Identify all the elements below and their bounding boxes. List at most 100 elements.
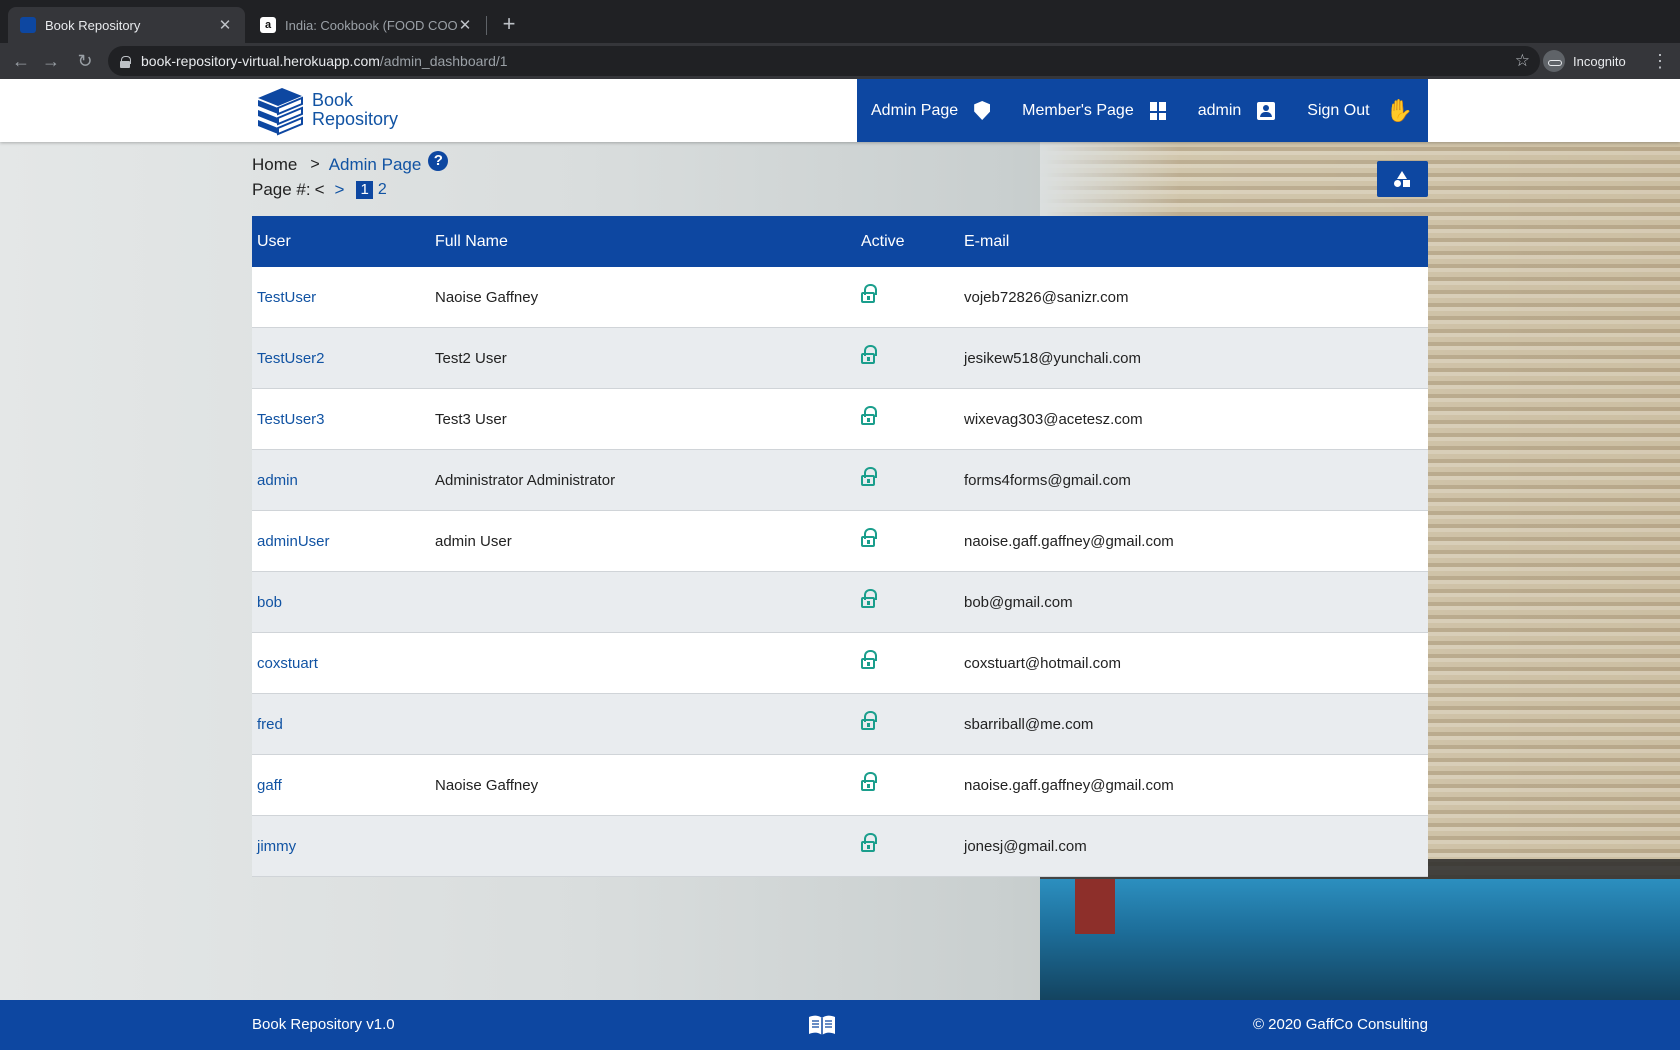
next-page-link[interactable]: > xyxy=(335,180,345,200)
page-2-link[interactable]: 2 xyxy=(378,181,387,199)
email-cell: coxstuart@hotmail.com xyxy=(964,654,1121,672)
table-row: admin Administrator Administrator forms4… xyxy=(252,450,1428,511)
unlocked-icon[interactable] xyxy=(861,650,879,672)
nav-user-label: admin xyxy=(1197,101,1242,119)
unlocked-icon[interactable] xyxy=(861,833,879,855)
unlocked-icon[interactable] xyxy=(861,467,879,489)
table-row: coxstuart coxstuart@hotmail.com xyxy=(252,633,1428,694)
full-name-cell: Test3 User xyxy=(435,410,507,428)
reload-icon[interactable]: ↻ xyxy=(72,48,98,74)
table-row: fred sbarriball@me.com xyxy=(252,694,1428,755)
page-viewport: Book Repository Admin Page Member's Page… xyxy=(0,79,1680,1050)
footer-copyright: © 2020 GaffCo Consulting xyxy=(1252,1016,1428,1033)
shapes-icon xyxy=(1397,171,1407,179)
table-row: bob bob@gmail.com xyxy=(252,572,1428,633)
table-row: TestUser2 Test2 User jesikew518@yunchali… xyxy=(252,328,1428,389)
tab-title: Book Repository xyxy=(45,17,141,33)
logo-line-1: Book xyxy=(312,90,354,110)
nav-admin-page-label: Admin Page xyxy=(871,101,959,119)
header-email[interactable]: E-mail xyxy=(961,233,1428,251)
email-cell: forms4forms@gmail.com xyxy=(964,471,1131,489)
email-cell: jonesj@gmail.com xyxy=(964,837,1087,855)
unlocked-icon[interactable] xyxy=(861,772,879,794)
breadcrumb-home[interactable]: Home xyxy=(252,155,297,175)
user-link[interactable]: adminUser xyxy=(257,533,330,550)
pagination: Page #: < > 1 2 xyxy=(252,178,387,202)
unlocked-icon[interactable] xyxy=(861,589,879,611)
book-favicon-icon xyxy=(20,17,36,33)
tab-divider xyxy=(486,16,487,35)
header-active[interactable]: Active xyxy=(850,233,961,251)
full-name-cell: Administrator Administrator xyxy=(435,471,616,489)
prev-page-link[interactable]: < xyxy=(315,180,325,200)
app-header: Book Repository Admin Page Member's Page… xyxy=(0,79,1680,142)
user-link[interactable]: fred xyxy=(257,716,283,733)
incognito-icon xyxy=(1543,50,1565,72)
user-link[interactable]: TestUser2 xyxy=(257,350,325,367)
unlocked-icon[interactable] xyxy=(861,406,879,428)
nav-sign-out-label: Sign Out xyxy=(1307,101,1370,119)
book-stack-logo-icon xyxy=(258,88,303,136)
table-row: TestUser3 Test3 User wixevag303@acetesz.… xyxy=(252,389,1428,450)
browser-toolbar: ← → ↻ book-repository-virtual.herokuapp.… xyxy=(0,43,1680,79)
site-logo[interactable]: Book Repository xyxy=(254,84,398,136)
email-cell: jesikew518@yunchali.com xyxy=(964,349,1141,367)
breadcrumb: Home > Admin Page ? xyxy=(252,151,449,177)
close-tab-icon[interactable]: ✕ xyxy=(217,16,233,34)
open-book-icon xyxy=(809,1015,835,1035)
nav-members-page[interactable]: Member's Page xyxy=(1022,79,1166,142)
user-link[interactable]: TestUser xyxy=(257,289,316,306)
close-tab-icon[interactable]: ✕ xyxy=(457,16,473,34)
email-cell: bob@gmail.com xyxy=(964,593,1073,611)
users-table: User Full Name Active E-mail TestUser Na… xyxy=(252,216,1428,877)
bookmark-star-icon[interactable]: ☆ xyxy=(1515,46,1530,76)
email-cell: sbarriball@me.com xyxy=(964,715,1094,733)
unlocked-icon[interactable] xyxy=(861,528,879,550)
amazon-favicon-icon: a xyxy=(260,17,276,33)
user-link[interactable]: coxstuart xyxy=(257,655,318,672)
table-row: adminUser admin User naoise.gaff.gaffney… xyxy=(252,511,1428,572)
incognito-label: Incognito xyxy=(1573,53,1626,69)
footer-version: Book Repository v1.0 xyxy=(252,1016,395,1033)
tab-title: India: Cookbook (FOOD COOK xyxy=(285,17,457,33)
forward-icon[interactable]: → xyxy=(38,48,64,74)
back-icon[interactable]: ← xyxy=(8,48,34,74)
browser-menu-icon[interactable]: ⋮ xyxy=(1650,47,1670,75)
tab-book-repository[interactable]: Book Repository ✕ xyxy=(8,7,245,43)
breadcrumb-separator: > xyxy=(310,156,320,173)
user-link[interactable]: jimmy xyxy=(257,838,296,855)
address-bar[interactable]: book-repository-virtual.herokuapp.com/ad… xyxy=(108,46,1540,76)
app-footer: Book Repository v1.0 © 2020 GaffCo Consu… xyxy=(0,1000,1680,1050)
secure-lock-icon[interactable] xyxy=(120,55,131,68)
new-tab-button[interactable]: + xyxy=(498,10,520,38)
user-link[interactable]: TestUser3 xyxy=(257,411,325,428)
unlocked-icon[interactable] xyxy=(861,711,879,733)
email-cell: wixevag303@acetesz.com xyxy=(964,410,1143,428)
user-link[interactable]: gaff xyxy=(257,777,282,794)
table-row: gaff Naoise Gaffney naoise.gaff.gaffney@… xyxy=(252,755,1428,816)
header-full-name[interactable]: Full Name xyxy=(431,233,850,251)
unlocked-icon[interactable] xyxy=(861,345,879,367)
contact-card-icon xyxy=(1257,101,1276,120)
browser-tabstrip: Book Repository ✕ a India: Cookbook (FOO… xyxy=(0,0,1680,43)
nav-sign-out[interactable]: Sign Out ✋ xyxy=(1307,79,1413,142)
unlocked-icon[interactable] xyxy=(861,284,879,306)
user-link[interactable]: bob xyxy=(257,594,282,611)
tab-india-cookbook[interactable]: a India: Cookbook (FOOD COOK ✕ xyxy=(248,7,485,43)
help-icon[interactable]: ? xyxy=(428,151,449,171)
pagination-label: Page #: xyxy=(252,180,311,199)
incognito-profile-button[interactable]: Incognito xyxy=(1543,47,1626,75)
nav-user-profile[interactable]: admin xyxy=(1198,79,1276,142)
user-link[interactable]: admin xyxy=(257,472,298,489)
breadcrumb-admin-page[interactable]: Admin Page xyxy=(329,155,422,175)
dashboard-icon xyxy=(1149,101,1166,120)
shield-account-icon xyxy=(974,101,991,120)
email-cell: naoise.gaff.gaffney@gmail.com xyxy=(964,776,1174,794)
nav-members-page-label: Member's Page xyxy=(1022,101,1134,119)
header-user[interactable]: User xyxy=(252,233,431,251)
main-nav: Admin Page Member's Page admin Sign Out … xyxy=(857,79,1428,142)
current-page-number: 1 xyxy=(356,181,373,199)
nav-admin-page[interactable]: Admin Page xyxy=(871,79,991,142)
full-name-cell: Naoise Gaffney xyxy=(435,776,539,794)
shapes-button[interactable] xyxy=(1377,161,1428,197)
